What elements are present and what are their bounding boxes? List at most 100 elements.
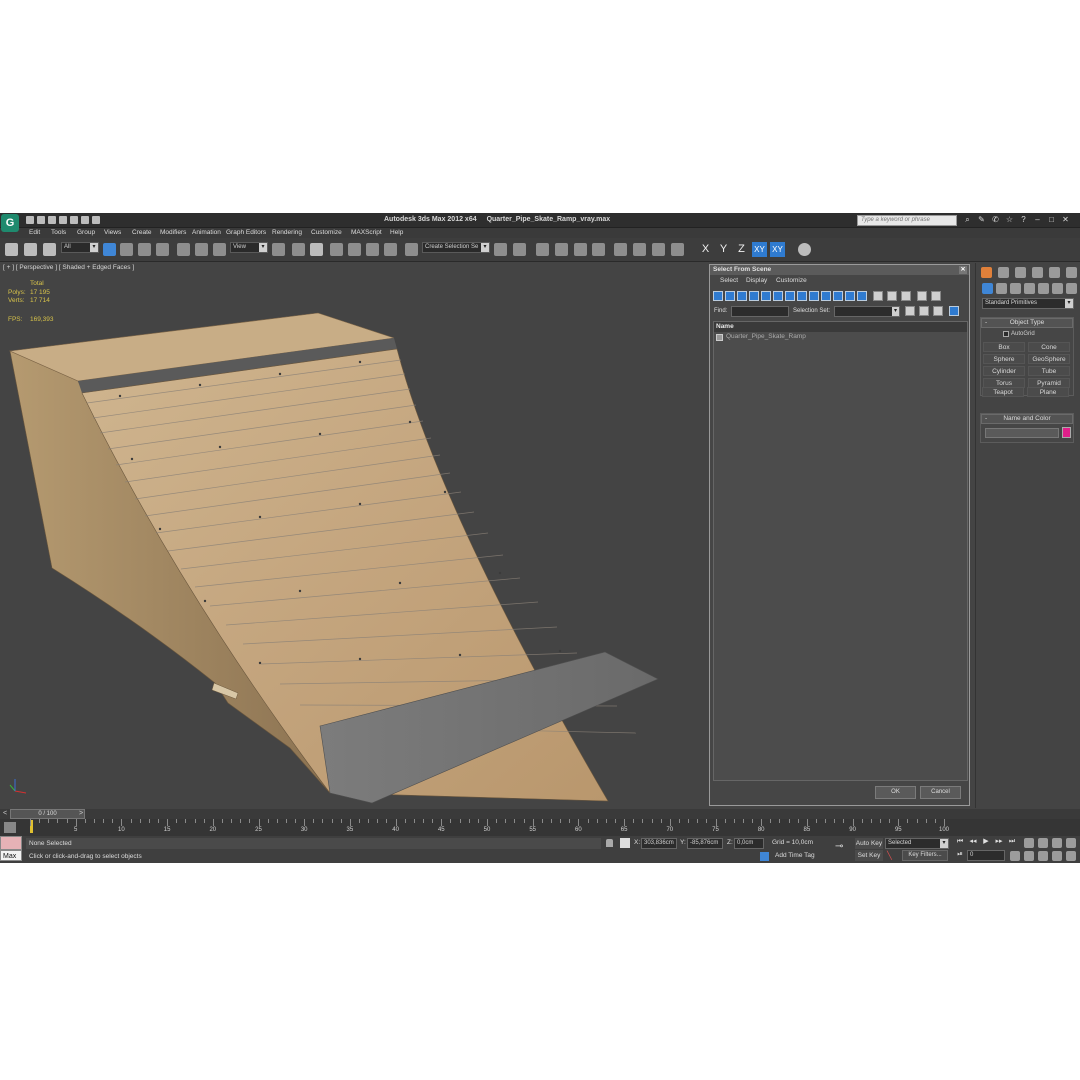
mini-curve-editor-icon[interactable] <box>4 822 16 833</box>
selection-lock-icon[interactable] <box>606 839 613 847</box>
previous-frame-icon[interactable]: ◂◂ <box>968 837 978 847</box>
display-list-icon[interactable] <box>873 291 883 301</box>
time-slider[interactable]: < 0 / 100 > <box>0 809 1080 819</box>
viewport-label[interactable]: [ + ] [ Perspective ] [ Shaded + Edged F… <box>3 264 134 271</box>
rendered-frame-window-icon[interactable] <box>652 243 665 256</box>
z-coord-field[interactable]: 0,0cm <box>734 838 764 849</box>
spacewarps-category-icon[interactable] <box>1052 283 1063 294</box>
select-by-name-icon[interactable] <box>120 243 133 256</box>
cylinder-button[interactable]: Cylinder <box>983 366 1025 376</box>
scale-icon[interactable] <box>213 243 226 256</box>
dialog-close-icon[interactable]: ✕ <box>959 266 967 274</box>
select-object-icon[interactable] <box>103 243 116 256</box>
maxscript-mini-listener[interactable]: Max <box>0 850 22 861</box>
list-item[interactable]: Quarter_Pipe_Skate_Ramp <box>714 332 967 342</box>
filter-options-icon[interactable] <box>931 291 941 301</box>
cancel-button[interactable]: Cancel <box>920 786 961 799</box>
remove-selection-set-icon[interactable] <box>919 306 929 316</box>
hierarchy-tab-icon[interactable] <box>1015 267 1026 278</box>
go-to-end-icon[interactable]: ⏭ <box>1007 837 1017 847</box>
cone-button[interactable]: Cone <box>1028 342 1070 352</box>
zoom-icon[interactable] <box>1024 838 1034 848</box>
new-file-icon[interactable] <box>26 216 34 224</box>
menu-edit[interactable]: Edit <box>29 229 40 236</box>
named-selection-set-dropdown[interactable]: Create Selection Se <box>422 242 490 253</box>
app-logo-icon[interactable]: G <box>1 214 19 232</box>
frame-ruler[interactable]: 5 10 15 20 25 30 35 40 45 50 55 60 65 70 75 80 85 90 95 100 <box>30 819 949 836</box>
previous-frame-arrow-icon[interactable]: < <box>1 809 9 819</box>
reference-coordinate-dropdown[interactable]: View <box>230 242 268 253</box>
sphere-button[interactable]: Sphere <box>983 354 1025 364</box>
object-color-swatch[interactable] <box>1062 427 1071 438</box>
pan-icon[interactable] <box>1038 851 1048 861</box>
render-production-icon[interactable] <box>671 243 684 256</box>
open-file-icon[interactable] <box>37 216 45 224</box>
add-to-set-icon[interactable] <box>933 306 943 316</box>
x-coord-field[interactable]: 303,836cm <box>641 838 677 849</box>
column-header-name[interactable]: Name <box>714 322 967 332</box>
pivot-center-icon[interactable] <box>272 243 285 256</box>
add-time-tag[interactable]: Add Time Tag <box>775 852 815 859</box>
key-filters-button[interactable]: Key Filters... <box>902 850 948 861</box>
rotate-icon[interactable] <box>195 243 208 256</box>
create-selection-set-icon[interactable] <box>905 306 915 316</box>
filter-lights-icon[interactable] <box>737 291 747 301</box>
time-slider-thumb[interactable]: 0 / 100 <box>10 809 85 819</box>
move-icon[interactable] <box>177 243 190 256</box>
unlink-icon[interactable] <box>24 243 37 256</box>
teapot-button[interactable]: Teapot <box>982 387 1024 397</box>
menu-group[interactable]: Group <box>77 229 95 236</box>
filter-funnel-icon[interactable] <box>917 291 927 301</box>
curve-editor-icon[interactable] <box>574 243 587 256</box>
axis-constraint-xy-alt[interactable]: XY <box>770 242 785 257</box>
tube-button[interactable]: Tube <box>1028 366 1070 376</box>
maximize-viewport-icon[interactable] <box>1066 851 1076 861</box>
zoom-extents-all-icon[interactable] <box>1066 838 1076 848</box>
absolute-mode-icon[interactable] <box>620 838 630 848</box>
sync-selection-icon[interactable] <box>949 306 959 316</box>
mirror-icon[interactable] <box>494 243 507 256</box>
communication-icon[interactable]: ✆ <box>991 215 1000 225</box>
selection-filter-dropdown[interactable]: All <box>61 242 99 253</box>
find-input[interactable] <box>731 306 789 317</box>
box-button[interactable]: Box <box>983 342 1025 352</box>
undo-icon[interactable] <box>59 216 67 224</box>
object-type-header[interactable]: Object Type <box>981 318 1073 328</box>
graphite-modeling-tools-icon[interactable] <box>555 243 568 256</box>
filter-shapes-icon[interactable] <box>725 291 735 301</box>
helpers-category-icon[interactable] <box>1038 283 1049 294</box>
ok-button[interactable]: OK <box>875 786 916 799</box>
field-of-view-icon[interactable] <box>1024 851 1034 861</box>
spinner-snap-icon[interactable] <box>384 243 397 256</box>
plane-button[interactable]: Plane <box>1027 387 1069 397</box>
scene-object-list[interactable]: Name Quarter_Pipe_Skate_Ramp <box>713 321 968 781</box>
dialog-menu-display[interactable]: Display <box>746 277 767 284</box>
auto-key-button[interactable]: Auto Key <box>855 838 883 849</box>
menu-animation[interactable]: Animation <box>192 229 221 236</box>
y-coord-field[interactable]: -85,876cm <box>687 838 723 849</box>
maximize-icon[interactable]: □ <box>1047 215 1056 225</box>
modify-tab-icon[interactable] <box>998 267 1009 278</box>
menu-help[interactable]: Help <box>390 229 403 236</box>
layer-manager-icon[interactable] <box>536 243 549 256</box>
menu-create[interactable]: Create <box>132 229 152 236</box>
next-frame-icon[interactable]: ▸▸ <box>994 837 1004 847</box>
axis-constraint-y[interactable]: Y <box>716 242 731 257</box>
project-folder-icon[interactable] <box>92 216 100 224</box>
primitive-category-dropdown[interactable]: Standard Primitives <box>982 298 1074 309</box>
menu-tools[interactable]: Tools <box>51 229 66 236</box>
object-name-field[interactable] <box>985 428 1059 438</box>
hold-icon[interactable] <box>81 216 89 224</box>
menu-modifiers[interactable]: Modifiers <box>160 229 186 236</box>
orbit-icon[interactable] <box>1052 851 1062 861</box>
axis-constraint-x[interactable]: X <box>698 242 713 257</box>
subscription-icon[interactable]: ✎ <box>977 215 986 225</box>
filter-cameras-icon[interactable] <box>749 291 759 301</box>
utilities-tab-icon[interactable] <box>1066 267 1077 278</box>
binoculars-icon[interactable]: ⌕ <box>963 215 972 225</box>
motion-tab-icon[interactable] <box>1032 267 1043 278</box>
save-file-icon[interactable] <box>48 216 56 224</box>
filter-xrefs-icon[interactable] <box>797 291 807 301</box>
systems-category-icon[interactable] <box>1066 283 1077 294</box>
filter-frozen-icon[interactable] <box>833 291 843 301</box>
